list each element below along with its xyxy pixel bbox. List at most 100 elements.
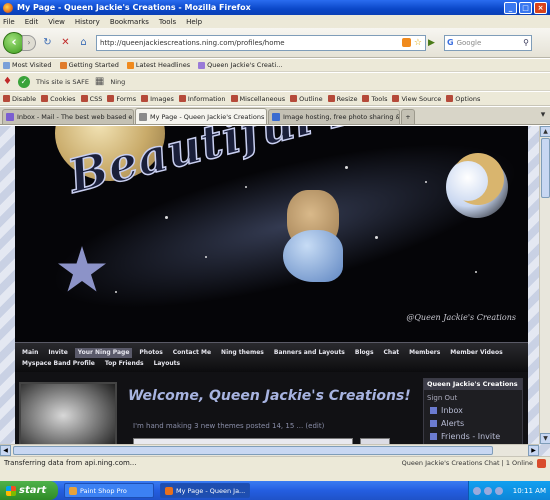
status-text: Transferring data from api.ning.com... [4,459,137,467]
network-icon[interactable] [473,486,481,495]
nav-layouts[interactable]: Layouts [151,359,183,369]
scroll-right-button[interactable]: ▶ [528,445,539,456]
webdev-miscellaneous[interactable]: Miscellaneous [230,95,285,103]
inbox-link[interactable]: Inbox [424,404,522,417]
taskbar-firefox[interactable]: My Page - Queen Ja... [160,483,250,498]
scroll-thumb[interactable] [541,138,550,198]
webdev-cookies[interactable]: Cookies [41,95,76,103]
nav-main[interactable]: Main [19,348,41,358]
webdev-options[interactable]: Options [446,95,480,103]
alerts-link[interactable]: Alerts [424,417,522,430]
webdev-resize[interactable]: Resize [327,95,357,103]
horizontal-scroll-thumb[interactable] [13,446,493,455]
bookmark-getting-started[interactable]: Getting Started [59,61,119,69]
maximize-button[interactable]: □ [519,1,532,14]
safe-check-icon: ✓ [17,75,30,88]
nav-blogs[interactable]: Blogs [352,348,377,358]
webdev-forms[interactable]: Forms [107,95,136,103]
nav-photos[interactable]: Photos [136,348,165,358]
go-icon[interactable]: ▶ [428,38,438,48]
security-icon[interactable] [495,486,503,495]
addon-status-icon[interactable] [537,458,546,468]
nav-members[interactable]: Members [406,348,443,358]
menu-tools[interactable]: Tools [159,18,176,26]
cookie-icon [41,95,49,102]
menu-help[interactable]: Help [186,18,202,26]
sidebox-header[interactable]: Queen Jackie's Creations [424,379,522,390]
new-tab-button[interactable]: + [401,109,415,124]
sparkle [375,236,378,239]
tab-image-hosting[interactable]: Image hosting, free photo sharing & v... [268,109,400,124]
rss-feed-icon[interactable] [401,38,411,47]
nav-top-friends[interactable]: Top Friends [102,359,147,369]
clock[interactable]: 10:11 AM [513,487,546,495]
firefox-icon [3,2,13,13]
webdev-images[interactable]: Images [141,95,174,103]
list-all-tabs-icon[interactable]: ▾ [536,110,550,124]
webdev-information[interactable]: Information [178,95,226,103]
vertical-scrollbar[interactable]: ▲ ▼ [539,126,550,444]
status-message[interactable]: I'm hand making 3 new themes posted 14, … [133,422,324,430]
friends-link[interactable]: Friends - Invite [424,430,522,443]
webdev-css[interactable]: CSS [80,95,102,103]
close-button[interactable]: × [534,1,547,14]
webdev-view-source[interactable]: View Source [392,95,441,103]
nav-myspace-band-profile[interactable]: Myspace Band Profile [19,359,98,369]
reload-icon[interactable]: ↻ [41,36,54,49]
menu-history[interactable]: History [75,18,100,26]
bookmark-label: Getting Started [68,61,119,69]
home-icon[interactable]: ⌂ [77,36,90,49]
nav-chat[interactable]: Chat [381,348,403,358]
webdev-label: Outline [299,94,323,103]
nav-contact-me[interactable]: Contact Me [170,348,214,358]
nav-banners-layouts[interactable]: Banners and Layouts [271,348,348,358]
teddy-bear-graphic [283,190,343,282]
navigation-toolbar: ‹ › ↻ ✕ ⌂ http://queenjackiescreations.n… [0,28,550,58]
bookmark-queen-jackie[interactable]: Queen Jackie's Creati... [198,61,282,69]
bookmark-most-visited[interactable]: Most Visited [3,61,52,69]
forward-button[interactable]: › [22,34,36,51]
search-engine-logo[interactable]: G [447,38,454,47]
scroll-down-button[interactable]: ▼ [540,433,550,444]
volume-icon[interactable] [484,486,492,495]
webdev-disable[interactable]: Disable [3,95,36,103]
sparkle [345,166,348,169]
menu-file[interactable]: File [3,18,15,26]
bookmark-latest-headlines[interactable]: Latest Headlines [126,61,190,69]
welcome-heading: Welcome, Queen Jackie's Creations! [128,388,411,404]
sign-out-link[interactable]: Sign Out [424,390,522,404]
nav-invite[interactable]: Invite [45,348,70,358]
search-icon[interactable]: ⚲ [523,38,529,47]
webdev-outline[interactable]: Outline [290,95,323,103]
menu-bookmarks[interactable]: Bookmarks [110,18,149,26]
nav-your-ning-page[interactable]: Your Ning Page [74,348,133,358]
scroll-up-button[interactable]: ▲ [540,126,550,137]
yahoo-mail-icon [6,113,14,121]
minimize-button[interactable]: _ [504,1,517,14]
window-title-bar[interactable]: My Page - Queen Jackie's Creations - Moz… [0,0,550,15]
mcafee-icon[interactable]: ♦ [3,76,12,87]
horizontal-scrollbar[interactable]: ◀ ▶ [0,444,539,456]
url-text: http://queenjackiescreations.ning.com/pr… [100,38,285,47]
tab-my-page[interactable]: My Page - Queen Jackie's Creations × [135,108,267,124]
start-button[interactable]: start [0,481,58,500]
nav-member-videos[interactable]: Member Videos [447,348,505,358]
taskbar-paint-shop-pro[interactable]: Paint Shop Pro [64,483,154,498]
menu-view[interactable]: View [48,18,65,26]
search-input[interactable]: G Google ⚲ [444,34,532,51]
scroll-left-button[interactable]: ◀ [0,445,11,456]
ning-label[interactable]: Ning [110,78,125,86]
options-icon [446,95,454,102]
stop-icon[interactable]: ✕ [59,36,72,49]
chat-status[interactable]: Queen Jackie's Creations Chat | 1 Online [402,459,533,467]
nav-ning-themes[interactable]: Ning themes [218,348,267,358]
site-safety-label[interactable]: This site is SAFE [36,78,89,86]
sparkle [165,216,168,219]
webdev-tools[interactable]: Tools [362,95,387,103]
menu-edit[interactable]: Edit [25,18,39,26]
bookmark-star-icon[interactable]: ☆ [414,38,422,48]
tab-inbox[interactable]: Inbox - Mail - The best web based email [2,109,134,124]
inbox-icon [430,407,437,414]
url-bar[interactable]: http://queenjackiescreations.ning.com/pr… [96,34,426,51]
alerts-icon [430,420,437,427]
